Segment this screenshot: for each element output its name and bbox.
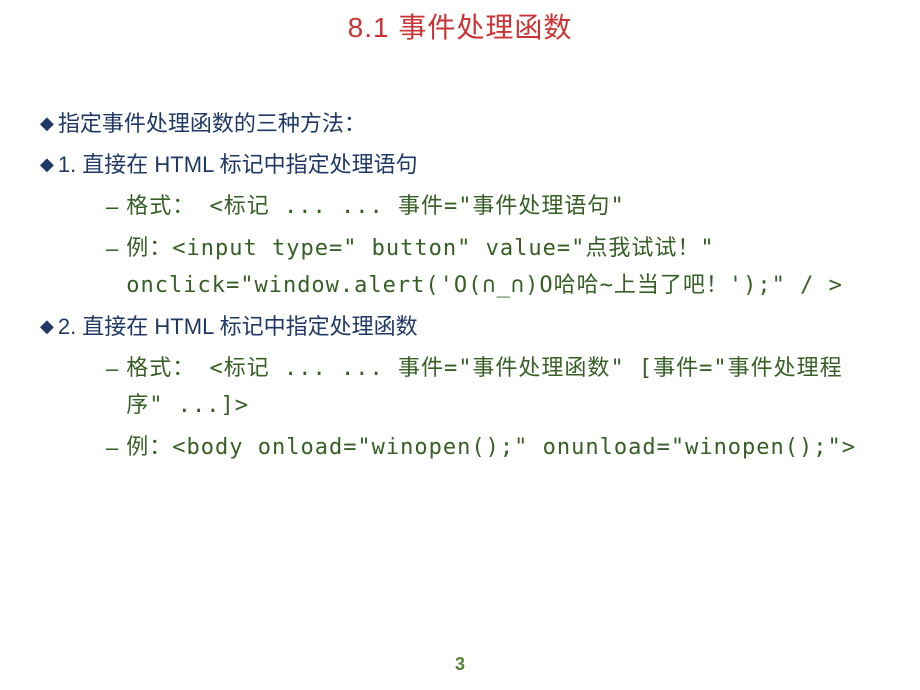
item1-heading: 1. 直接在 HTML 标记中指定处理语句 xyxy=(58,147,418,182)
page-number: 3 xyxy=(0,654,920,675)
diamond-icon: ◆ xyxy=(40,312,54,341)
item2-example: 例：<body onload="winopen();" onunload="wi… xyxy=(126,429,856,466)
dash-icon: – xyxy=(106,230,118,267)
item2-example-row: – 例：<body onload="winopen();" onunload="… xyxy=(40,429,880,466)
item1-example-row: – 例：<input type=" button" value="点我试试！" … xyxy=(40,230,880,305)
item1-format: 格式： <标记 ... ... 事件="事件处理语句" xyxy=(126,188,624,225)
bullet-item2: ◆ 2. 直接在 HTML 标记中指定处理函数 xyxy=(40,309,880,344)
dash-icon: – xyxy=(106,188,118,225)
dash-icon: – xyxy=(106,350,118,387)
bullet-intro: ◆ 指定事件处理函数的三种方法： xyxy=(40,106,880,141)
item1-format-row: – 格式： <标记 ... ... 事件="事件处理语句" xyxy=(40,188,880,225)
item2-format-row: – 格式： <标记 ... ... 事件="事件处理函数" [事件="事件处理程… xyxy=(40,350,880,425)
intro-text: 指定事件处理函数的三种方法： xyxy=(58,106,366,141)
item2-format: 格式： <标记 ... ... 事件="事件处理函数" [事件="事件处理程序"… xyxy=(126,350,866,425)
slide-content: ◆ 指定事件处理函数的三种方法： ◆ 1. 直接在 HTML 标记中指定处理语句… xyxy=(0,66,920,466)
item2-heading: 2. 直接在 HTML 标记中指定处理函数 xyxy=(58,309,418,344)
diamond-icon: ◆ xyxy=(40,109,54,138)
bullet-item1: ◆ 1. 直接在 HTML 标记中指定处理语句 xyxy=(40,147,880,182)
slide-title: 8.1 事件处理函数 xyxy=(0,0,920,66)
item1-example: 例：<input type=" button" value="点我试试！" on… xyxy=(126,230,866,305)
diamond-icon: ◆ xyxy=(40,150,54,179)
dash-icon: – xyxy=(106,429,118,466)
